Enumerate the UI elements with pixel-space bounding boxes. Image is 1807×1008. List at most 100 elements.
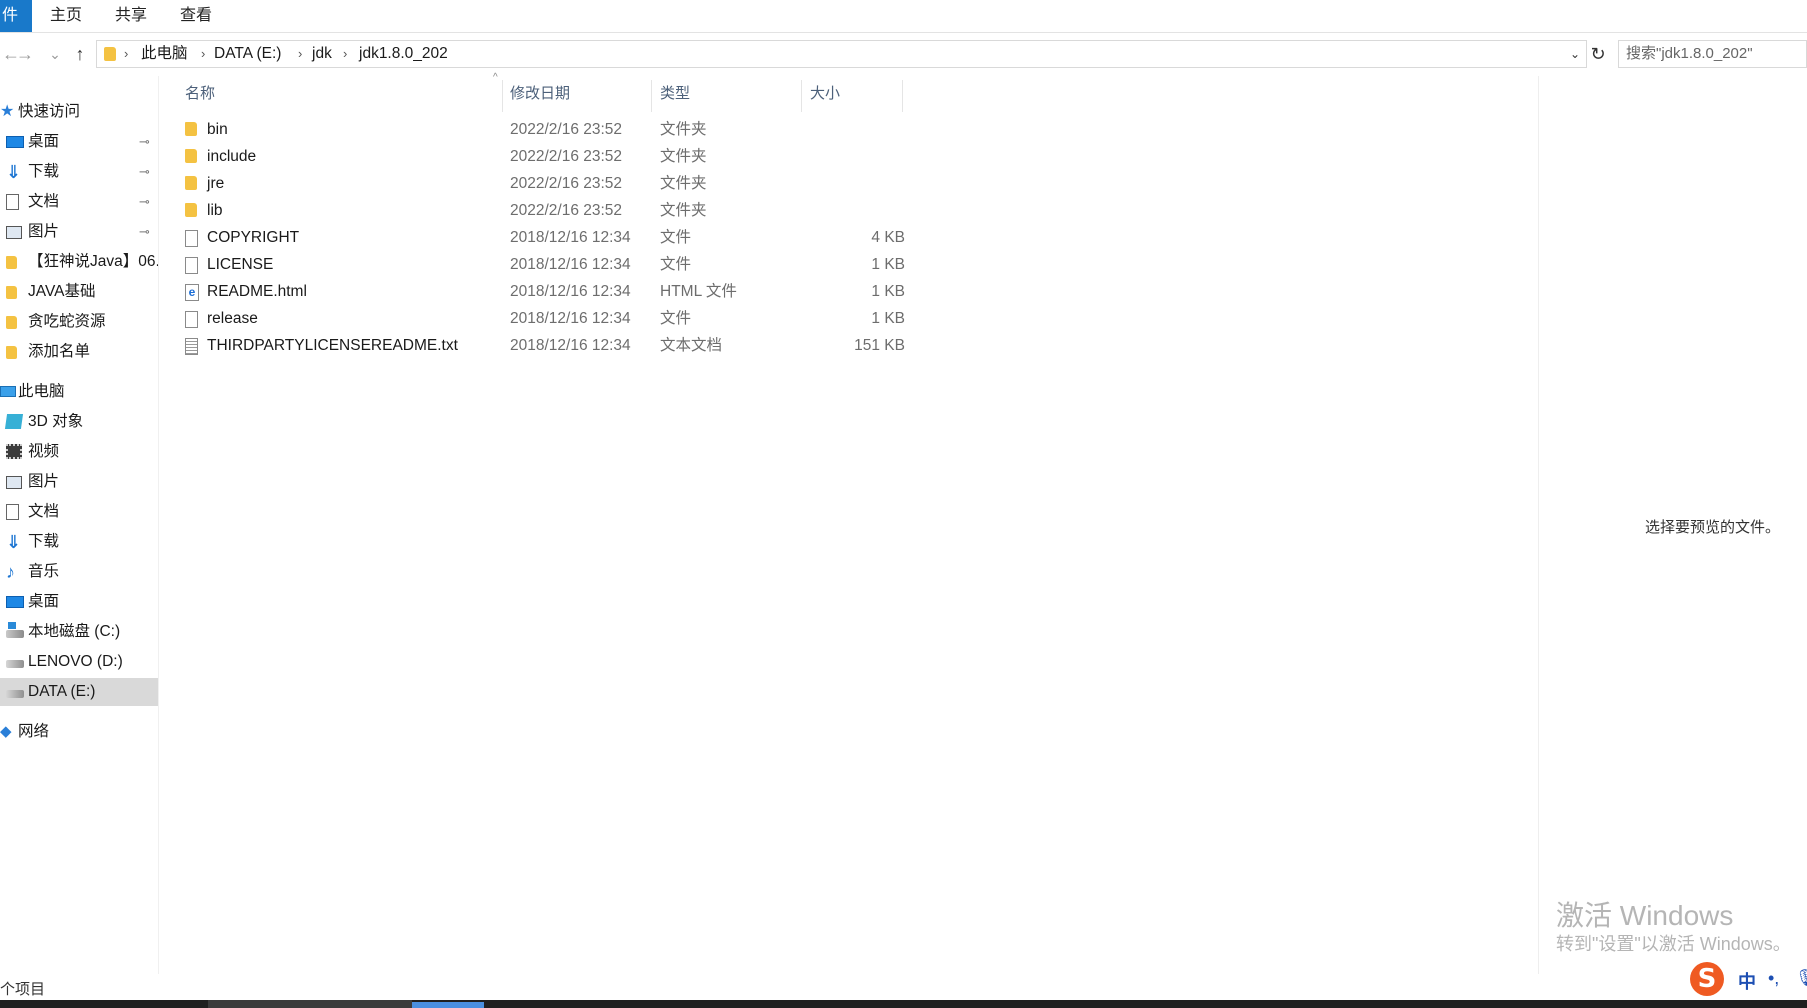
pictures-icon [6,226,22,239]
sidebar-item-music[interactable]: ♪ 音乐 [0,558,158,586]
activation-watermark-subtitle: 转到"设置"以激活 Windows。 [1556,934,1791,954]
status-bar: 个项目 [0,974,1807,1000]
column-header-name[interactable]: 名称 [185,76,215,112]
column-header-size[interactable]: 大小 [810,76,840,112]
refresh-button[interactable]: ↻ [1586,40,1610,68]
3d-objects-icon [4,414,24,429]
ime-toolbar: S 中 •, 🎙 [1690,962,1807,998]
breadcrumb-drive[interactable]: DATA (E:) [214,41,281,67]
sidebar-item-snake-resources[interactable]: 贪吃蛇资源 [0,308,158,336]
drive-icon [6,690,24,698]
file-icon [185,311,198,328]
video-icon [6,444,22,459]
table-row[interactable]: jre 2022/2/16 23:52 文件夹 [185,170,1065,197]
sogou-logo-icon[interactable]: S [1690,962,1724,996]
sidebar-item-documents-pc[interactable]: 文档 [0,498,158,526]
folder-icon [185,176,197,190]
table-row[interactable]: bin 2022/2/16 23:52 文件夹 [185,116,1065,143]
sidebar-item-documents[interactable]: 文档 ⊸ [0,188,158,216]
table-row[interactable]: lib 2022/2/16 23:52 文件夹 [185,197,1065,224]
taskbar-item-active[interactable] [412,1002,484,1008]
pictures-icon [6,476,22,489]
text-file-icon [185,338,198,355]
column-divider[interactable] [801,80,802,112]
file-list: ^ 名称 修改日期 类型 大小 bin 2022/2/16 23:52 文件夹 … [160,72,1538,974]
sidebar-network[interactable]: ◆ 网络 [0,718,158,746]
sidebar-item-downloads-pc[interactable]: ⇓ 下载 [0,528,158,556]
taskbar-item[interactable] [208,1000,412,1008]
column-header-type[interactable]: 类型 [660,76,690,112]
pin-icon: ⊸ [139,164,150,179]
breadcrumb-current[interactable]: jdk1.8.0_202 [359,41,448,67]
folder-icon [185,203,197,217]
chevron-down-icon[interactable]: ⌄ [1570,41,1580,67]
pin-icon: ⊸ [139,224,150,239]
table-row[interactable]: e README.html 2018/12/16 12:34 HTML 文件 1… [185,278,1065,305]
pin-icon: ⊸ [139,134,150,149]
table-row[interactable]: COPYRIGHT 2018/12/16 12:34 文件 4 KB [185,224,1065,251]
tab-share[interactable]: 共享 [115,0,147,32]
sort-ascending-icon: ^ [493,72,498,83]
table-row[interactable]: LICENSE 2018/12/16 12:34 文件 1 KB [185,251,1065,278]
breadcrumb-separator[interactable]: › [124,41,128,67]
sidebar-item-desktop[interactable]: 桌面 ⊸ [0,128,158,156]
table-row[interactable]: THIRDPARTYLICENSEREADME.txt 2018/12/16 1… [185,332,1065,359]
ime-punctuation-toggle[interactable]: •, [1768,968,1779,989]
sidebar-item-java-basics[interactable]: JAVA基础 [0,278,158,306]
sidebar-item-3d-objects[interactable]: 3D 对象 [0,408,158,436]
sidebar-item-kuangshen[interactable]: 【狂神说Java】06.. [0,248,158,276]
table-row[interactable]: include 2022/2/16 23:52 文件夹 [185,143,1065,170]
recent-locations-button[interactable]: ⌄ [44,42,66,66]
ribbon-tabs: 件 主页 共享 查看 [0,0,1807,33]
activation-watermark-title: 激活 Windows [1556,900,1734,931]
drive-icon [6,660,24,668]
breadcrumb-separator[interactable]: › [201,41,205,67]
sidebar-this-pc[interactable]: 此电脑 [0,378,158,406]
ime-mode-toggle[interactable]: 中 [1738,968,1756,994]
html-file-icon: e [185,284,199,301]
column-divider[interactable] [651,80,652,112]
sidebar-item-videos[interactable]: 视频 [0,438,158,466]
download-icon: ⇓ [6,162,22,182]
sidebar-quick-access[interactable]: ★ 快速访问 [0,98,158,126]
sidebar-item-pictures-pc[interactable]: 图片 [0,468,158,496]
sidebar-item-downloads[interactable]: ⇓ 下载 ⊸ [0,158,158,186]
breadcrumb-separator[interactable]: › [343,41,347,67]
sidebar-item-add-list[interactable]: 添加名单 [0,338,158,366]
sidebar-item-desktop-pc[interactable]: 桌面 [0,588,158,616]
sidebar-item-drive-e[interactable]: DATA (E:) [0,678,158,706]
column-header-date[interactable]: 修改日期 [510,76,570,112]
navigation-pane: ★ 快速访问 桌面 ⊸ ⇓ 下载 ⊸ 文档 ⊸ 图片 ⊸ 【狂神说Java】06… [0,76,159,974]
preview-message: 选择要预览的文件。 [1645,519,1781,536]
item-count: 个项目 [0,981,46,998]
download-icon: ⇓ [6,532,22,552]
column-divider[interactable] [502,80,503,112]
forward-button[interactable]: → [14,42,36,66]
up-button[interactable]: ↑ [69,42,91,66]
sidebar-item-drive-d[interactable]: LENOVO (D:) [0,648,158,676]
windows-drive-icon [6,622,24,638]
table-row[interactable]: release 2018/12/16 12:34 文件 1 KB [185,305,1065,332]
folder-icon [6,256,17,269]
breadcrumb-separator[interactable]: › [298,41,302,67]
sidebar-item-pictures[interactable]: 图片 ⊸ [0,218,158,246]
search-input[interactable]: 搜索"jdk1.8.0_202" [1618,40,1807,68]
tab-home[interactable]: 主页 [50,0,82,32]
music-icon: ♪ [6,562,15,582]
file-icon [185,257,198,274]
microphone-icon[interactable]: 🎙 [1795,968,1807,988]
column-divider[interactable] [902,80,903,112]
address-row: ← → ⌄ ↑ › 此电脑 › DATA (E:) › jdk › jdk1.8… [0,36,1807,72]
folder-icon [6,286,17,299]
sidebar-item-drive-c[interactable]: 本地磁盘 (C:) [0,618,158,646]
preview-pane: 选择要预览的文件。 [1538,76,1807,974]
breadcrumb-jdk[interactable]: jdk [312,41,332,67]
star-icon: ★ [0,103,15,120]
folder-icon [185,149,197,163]
tab-file[interactable]: 件 [0,0,32,32]
tab-view[interactable]: 查看 [180,0,212,32]
folder-icon [104,47,116,61]
taskbar [0,1000,1807,1008]
breadcrumb-this-pc[interactable]: 此电脑 [141,41,188,67]
address-bar[interactable]: › 此电脑 › DATA (E:) › jdk › jdk1.8.0_202 ⌄ [96,40,1587,68]
